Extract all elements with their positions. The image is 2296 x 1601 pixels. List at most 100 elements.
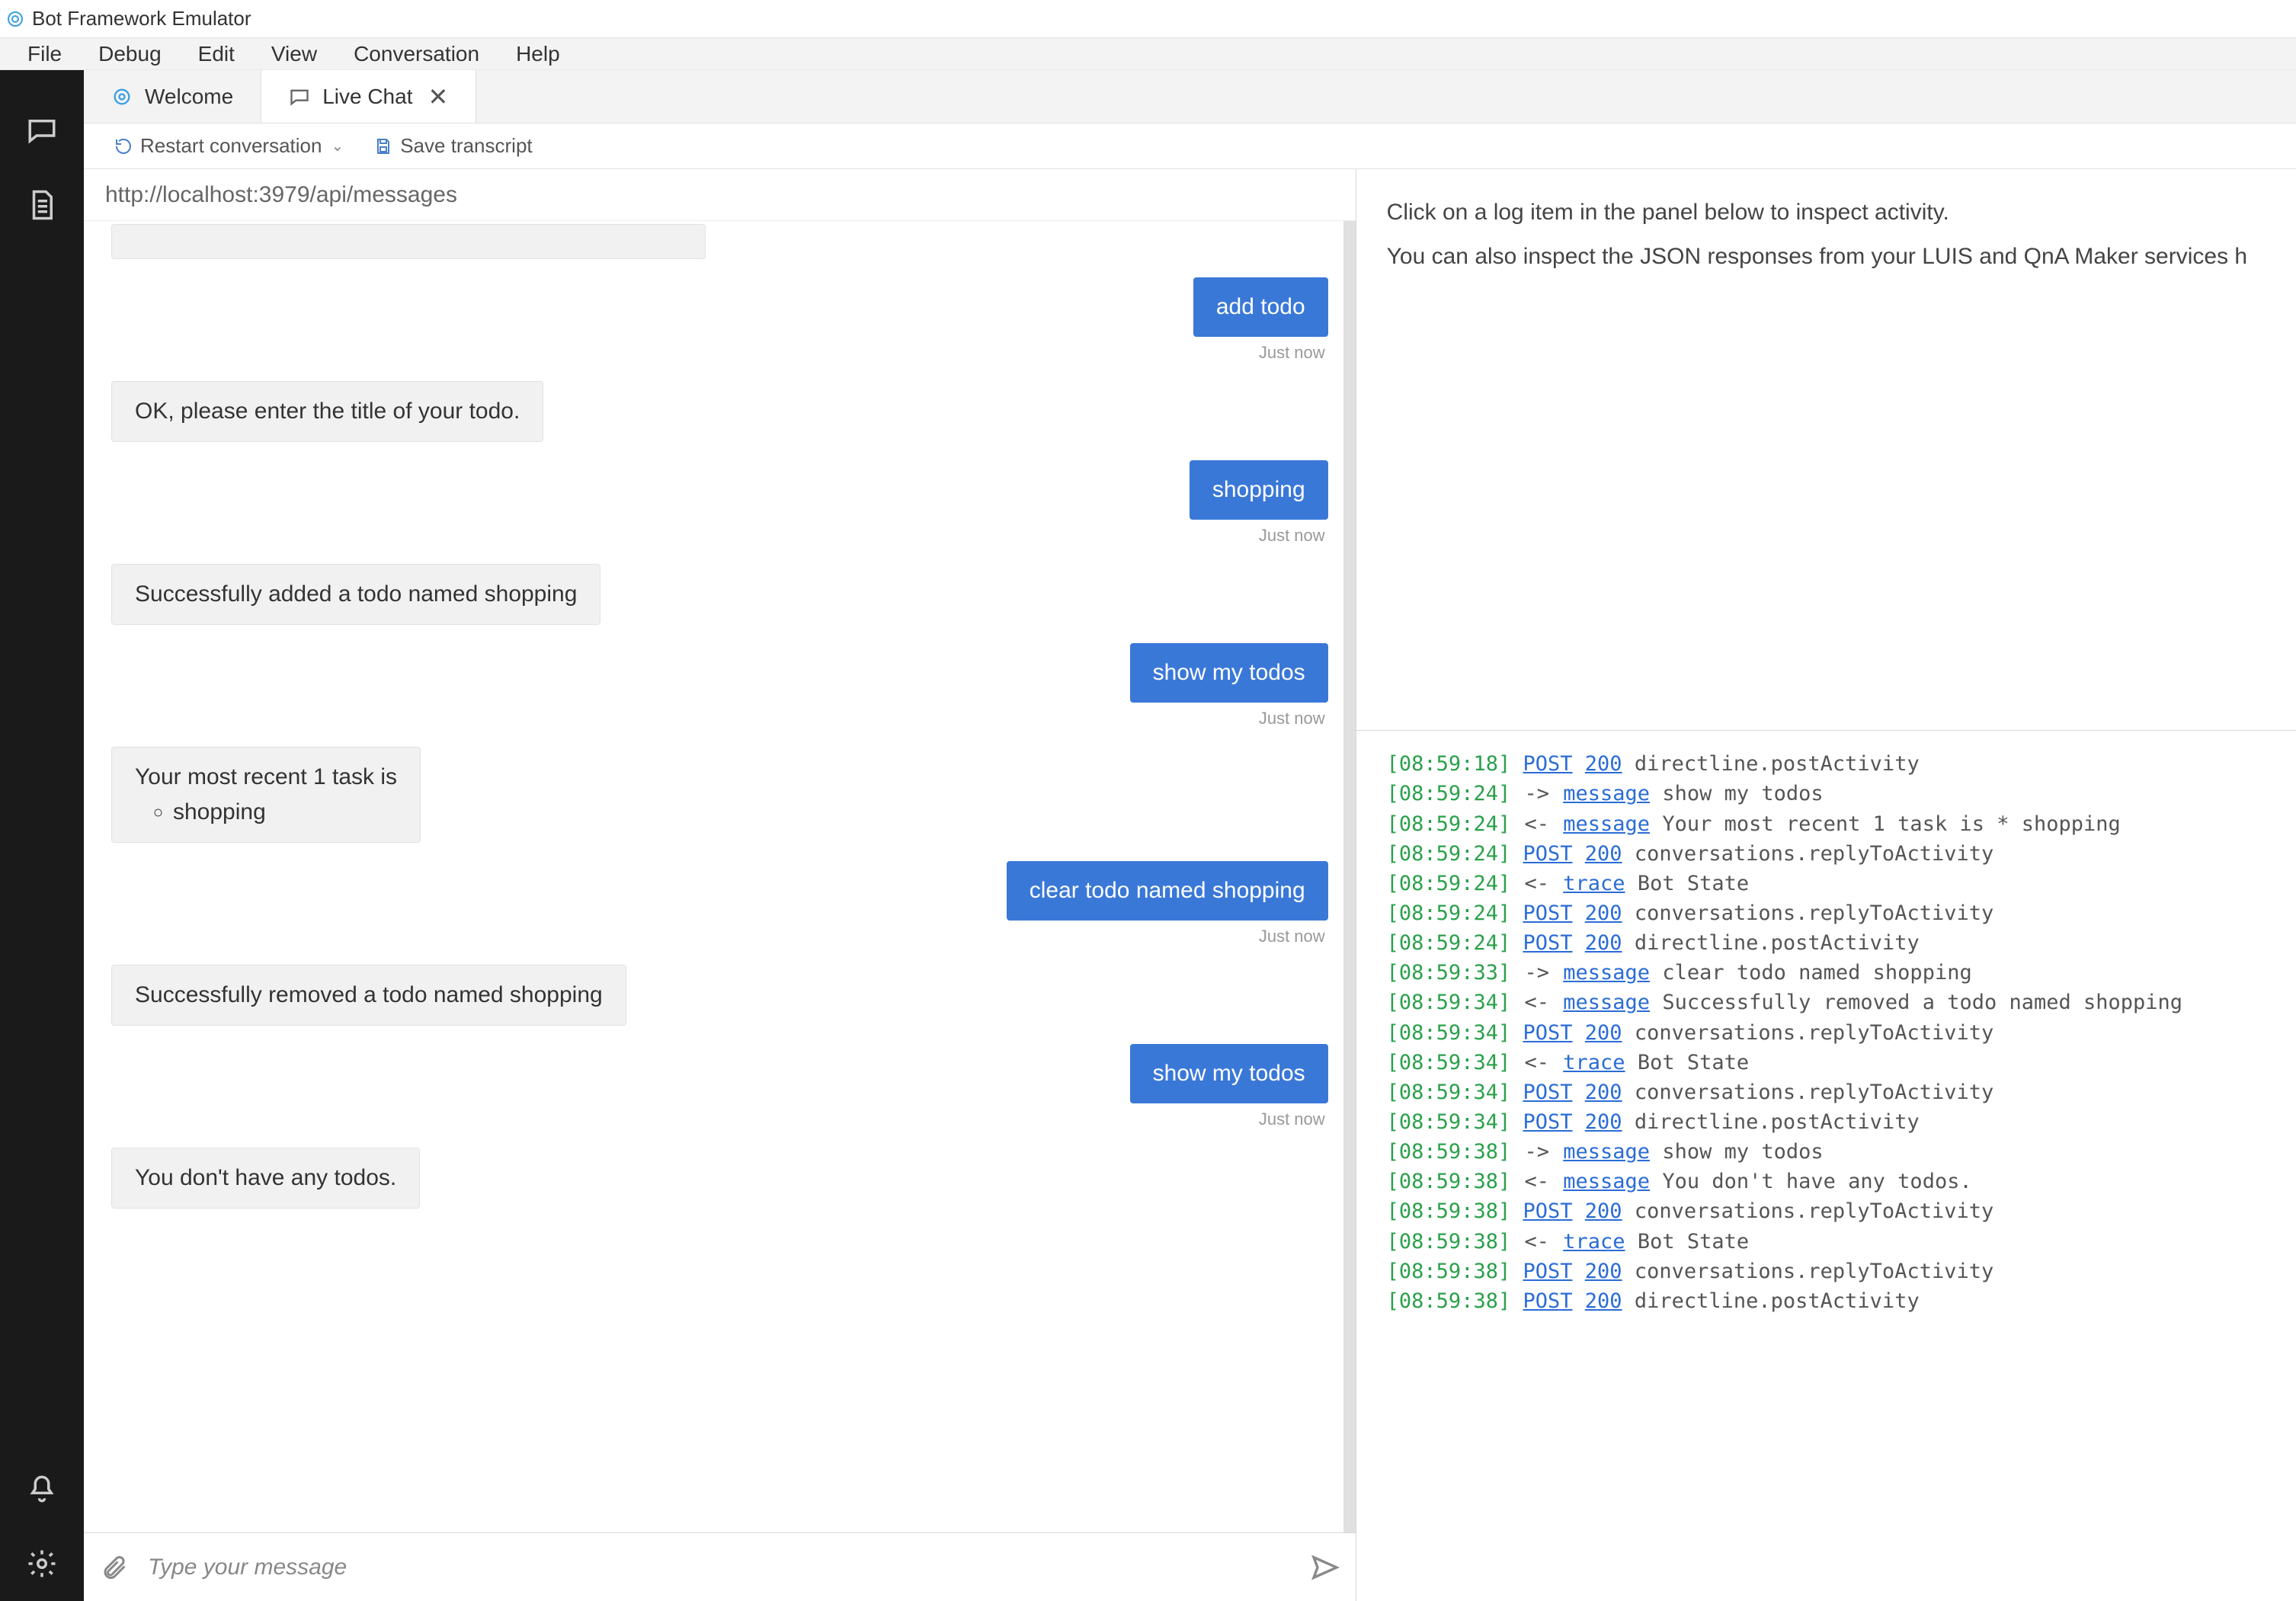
app-title: Bot Framework Emulator <box>32 7 251 30</box>
user-message[interactable]: show my todosJust now <box>111 1044 1328 1129</box>
log-link[interactable]: message <box>1563 1170 1650 1193</box>
log-entry[interactable]: [08:59:38] POST 200 directline.postActiv… <box>1387 1286 2266 1316</box>
bot-message[interactable]: You don't have any todos. <box>111 1148 1328 1209</box>
save-transcript-label: Save transcript <box>400 134 532 158</box>
bot-message[interactable]: Successfully removed a todo named shoppi… <box>111 965 1328 1026</box>
user-message[interactable]: shopping Just now <box>111 460 1328 546</box>
log-link[interactable]: POST <box>1523 1081 1572 1104</box>
gear-icon[interactable] <box>26 1548 58 1580</box>
log-entry[interactable]: [08:59:24] POST 200 conversations.replyT… <box>1387 898 2266 928</box>
menubar: FileDebugEditViewConversationHelp <box>0 38 2296 70</box>
log-entry[interactable]: [08:59:38] POST 200 conversations.replyT… <box>1387 1196 2266 1226</box>
address-bar: http://localhost:3979/api/messages <box>84 169 1356 221</box>
log-link[interactable]: POST <box>1523 1289 1572 1313</box>
log-entry[interactable]: [08:59:34] <- message Successfully remov… <box>1387 988 2266 1017</box>
menu-conversation[interactable]: Conversation <box>335 39 498 69</box>
log-entry[interactable]: [08:59:33] -> message clear todo named s… <box>1387 958 2266 988</box>
message-bubble: Successfully added a todo named shopping <box>111 564 600 625</box>
log-link[interactable]: POST <box>1523 1110 1572 1134</box>
message-bubble <box>111 224 706 259</box>
message-bubble: You don't have any todos. <box>111 1148 420 1209</box>
log-entry[interactable]: [08:59:38] <- trace Bot State <box>1387 1227 2266 1257</box>
user-message[interactable]: add todoJust now <box>111 277 1328 363</box>
message-bubble: shopping <box>1190 460 1328 520</box>
chat-toolbar: Restart conversation ⌄ Save transcript <box>84 123 2296 169</box>
bot-message[interactable]: OK, please enter the title of your todo. <box>111 381 1328 442</box>
log-entry[interactable]: [08:59:24] POST 200 directline.postActiv… <box>1387 928 2266 958</box>
log-status-code[interactable]: 200 <box>1585 752 1622 776</box>
message-bubble: clear todo named shopping <box>1007 861 1328 921</box>
log-link[interactable]: POST <box>1523 1199 1572 1223</box>
user-message[interactable]: clear todo named shopping Just now <box>111 861 1328 946</box>
tab-strip: Welcome Live Chat ✕ <box>84 70 2296 123</box>
tab-live-chat[interactable]: Live Chat ✕ <box>261 70 476 123</box>
log-status-code[interactable]: 200 <box>1585 1199 1622 1223</box>
log-entry[interactable]: [08:59:34] POST 200 directline.postActiv… <box>1387 1107 2266 1137</box>
log-link[interactable]: POST <box>1523 752 1572 776</box>
log-entry[interactable]: [08:59:38] POST 200 conversations.replyT… <box>1387 1257 2266 1286</box>
log-status-code[interactable]: 200 <box>1585 1110 1622 1134</box>
log-link[interactable]: trace <box>1563 1230 1625 1254</box>
chat-bubble-icon <box>289 86 310 107</box>
menu-debug[interactable]: Debug <box>80 39 180 69</box>
log-link[interactable]: POST <box>1523 1260 1572 1283</box>
chevron-down-icon[interactable]: ⌄ <box>331 136 344 155</box>
close-icon[interactable]: ✕ <box>427 85 448 109</box>
message-timestamp: Just now <box>1259 927 1328 946</box>
bot-message[interactable]: Successfully added a todo named shopping <box>111 564 1328 625</box>
log-link[interactable]: message <box>1563 991 1650 1014</box>
log-entry[interactable]: [08:59:34] <- trace Bot State <box>1387 1048 2266 1077</box>
log-entry[interactable]: [08:59:24] <- trace Bot State <box>1387 869 2266 898</box>
app-logo-icon <box>6 10 24 28</box>
log-link[interactable]: trace <box>1563 872 1625 895</box>
menu-view[interactable]: View <box>253 39 335 69</box>
menu-help[interactable]: Help <box>498 39 578 69</box>
log-status-code[interactable]: 200 <box>1585 931 1622 955</box>
bell-icon[interactable] <box>26 1473 58 1505</box>
log-status-code[interactable]: 200 <box>1585 1260 1622 1283</box>
attach-icon[interactable] <box>99 1552 130 1583</box>
document-icon[interactable] <box>26 189 58 221</box>
log-link[interactable]: message <box>1563 961 1650 985</box>
log-entry[interactable]: [08:59:34] POST 200 conversations.replyT… <box>1387 1077 2266 1107</box>
chat-icon[interactable] <box>26 114 58 146</box>
log-link[interactable]: message <box>1563 782 1650 805</box>
restart-conversation-button[interactable]: Restart conversation ⌄ <box>114 134 344 158</box>
bot-message[interactable] <box>111 255 1328 259</box>
user-message[interactable]: show my todosJust now <box>111 643 1328 728</box>
log-status-code[interactable]: 200 <box>1585 842 1622 866</box>
log-status-code[interactable]: 200 <box>1585 1289 1622 1313</box>
log-link[interactable]: trace <box>1563 1051 1625 1074</box>
log-status-code[interactable]: 200 <box>1585 901 1622 925</box>
log-link[interactable]: POST <box>1523 1021 1572 1045</box>
log-entry[interactable]: [08:59:38] <- message You don't have any… <box>1387 1167 2266 1196</box>
message-bubble: Successfully removed a todo named shoppi… <box>111 965 626 1026</box>
activity-log[interactable]: [08:59:18] POST 200 directline.postActiv… <box>1356 731 2296 1601</box>
log-entry[interactable]: [08:59:24] POST 200 conversations.replyT… <box>1387 839 2266 869</box>
log-link[interactable]: POST <box>1523 931 1572 955</box>
log-status-code[interactable]: 200 <box>1585 1081 1622 1104</box>
log-entry[interactable]: [08:59:24] <- message Your most recent 1… <box>1387 809 2266 839</box>
log-link[interactable]: message <box>1563 812 1650 836</box>
message-composer <box>84 1532 1356 1601</box>
log-entry[interactable]: [08:59:38] -> message show my todos <box>1387 1137 2266 1167</box>
chat-transcript[interactable]: add todoJust now OK, please enter the tit… <box>84 221 1356 1532</box>
log-entry[interactable]: [08:59:24] -> message show my todos <box>1387 779 2266 809</box>
tab-welcome[interactable]: Welcome <box>84 70 261 123</box>
log-status-code[interactable]: 200 <box>1585 1021 1622 1045</box>
log-link[interactable]: message <box>1563 1140 1650 1164</box>
titlebar: Bot Framework Emulator <box>0 0 2296 38</box>
bot-message[interactable]: Your most recent 1 task isshopping <box>111 747 1328 843</box>
send-icon[interactable] <box>1310 1552 1340 1583</box>
message-input[interactable] <box>130 1555 1310 1580</box>
save-transcript-button[interactable]: Save transcript <box>374 134 532 158</box>
menu-file[interactable]: File <box>9 39 80 69</box>
log-entry[interactable]: [08:59:34] POST 200 conversations.replyT… <box>1387 1018 2266 1048</box>
log-entry[interactable]: [08:59:18] POST 200 directline.postActiv… <box>1387 749 2266 779</box>
tab-label: Live Chat <box>322 85 412 109</box>
log-link[interactable]: POST <box>1523 842 1572 866</box>
log-link[interactable]: POST <box>1523 901 1572 925</box>
menu-edit[interactable]: Edit <box>180 39 253 69</box>
message-timestamp: Just now <box>1259 526 1328 546</box>
scrollbar-handle[interactable] <box>1343 221 1356 1532</box>
